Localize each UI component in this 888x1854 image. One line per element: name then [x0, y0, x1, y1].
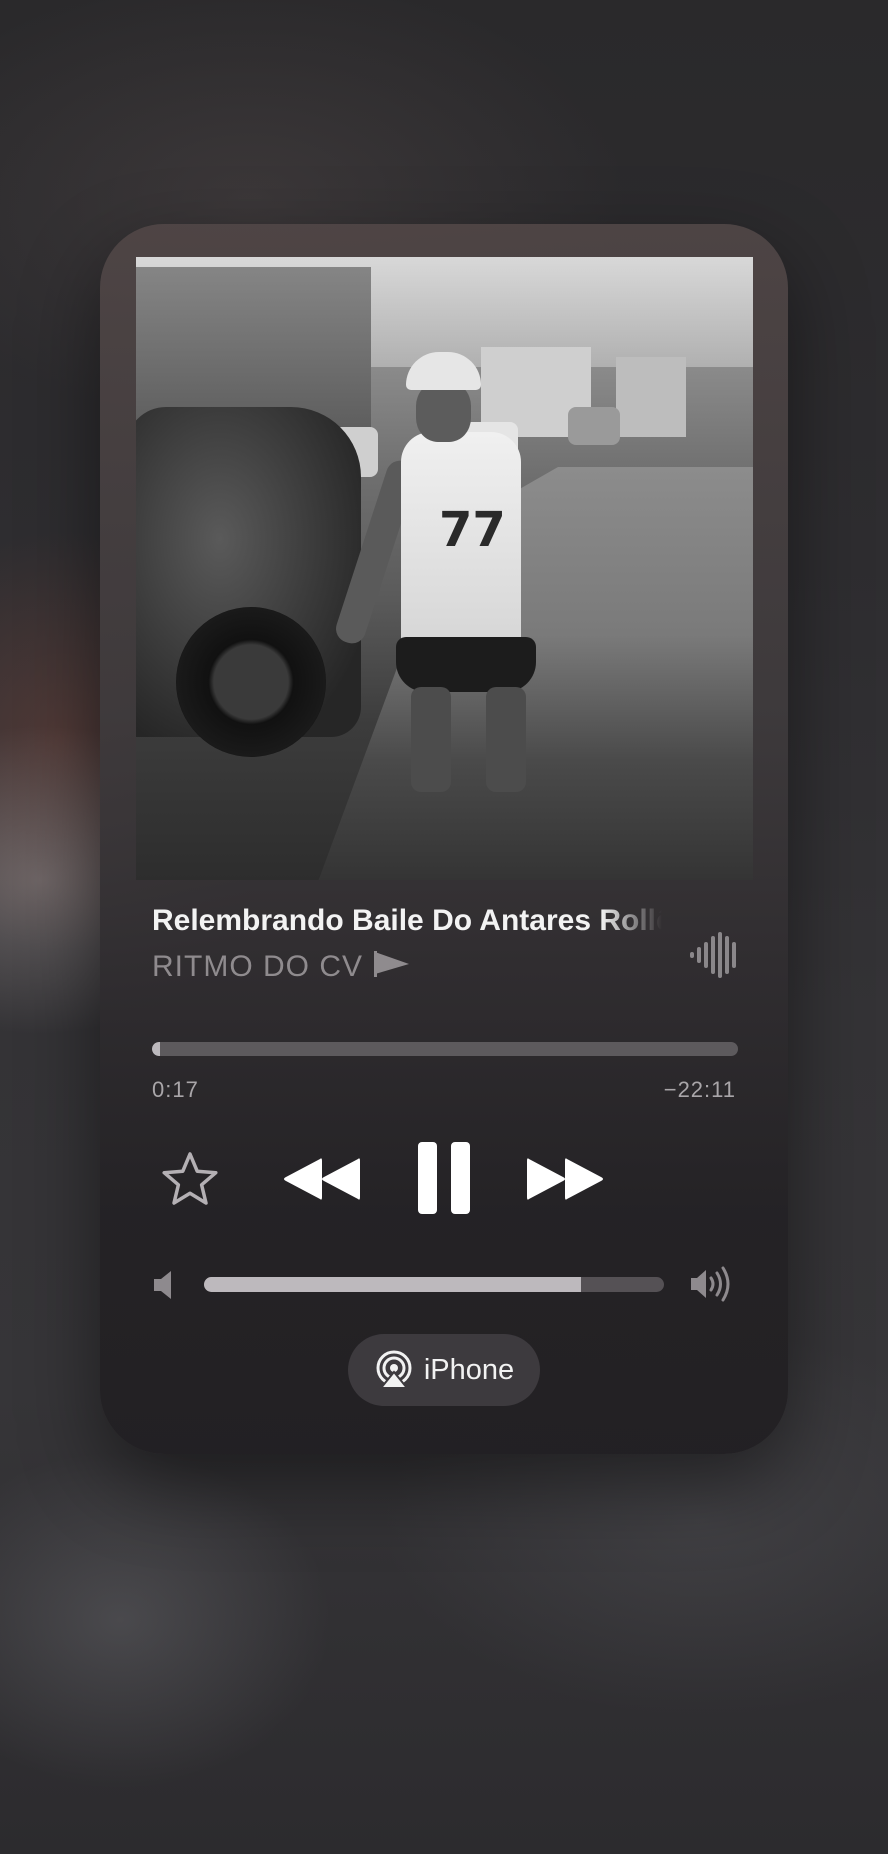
favorite-button[interactable] — [160, 1149, 220, 1209]
artist-name: RITMO DO CV — [152, 950, 363, 983]
audio-waveform-icon — [690, 930, 736, 980]
track-info[interactable]: Relembrando Baile Do Antares Rollê RITMO… — [152, 904, 662, 1014]
artwork-wheel — [176, 607, 326, 757]
artwork-shorts — [396, 637, 536, 692]
star-icon — [162, 1152, 218, 1205]
airplay-icon — [376, 1350, 412, 1389]
now-playing-card: 77 Relembrando Baile Do Antares Rollê RI… — [100, 224, 788, 1454]
artwork-shirt-number: 77 — [439, 502, 506, 558]
artwork-building — [616, 357, 686, 437]
pause-button[interactable] — [412, 1135, 476, 1221]
route-label: iPhone — [423, 1353, 515, 1386]
progress-scrubber[interactable] — [152, 1042, 738, 1056]
audio-route-button[interactable]: iPhone — [348, 1334, 540, 1406]
rewind-icon — [284, 1158, 360, 1200]
flag-icon — [373, 950, 411, 986]
song-title: Relembrando Baile Do Antares Rollê — [152, 904, 662, 937]
transport-controls — [100, 1129, 788, 1229]
speaker-low-icon — [152, 1268, 176, 1302]
speaker-high-icon — [690, 1266, 734, 1302]
artist-line: RITMO DO CV — [152, 950, 411, 986]
time-elapsed: 0:17 — [152, 1077, 199, 1102]
artwork-leg — [411, 687, 451, 792]
rewind-button[interactable] — [278, 1149, 362, 1209]
volume-slider[interactable] — [204, 1277, 664, 1292]
volume-fill — [204, 1277, 582, 1292]
artwork-person: 77 — [332, 352, 551, 792]
time-remaining: −22:11 — [663, 1077, 736, 1102]
fast-forward-icon — [527, 1158, 603, 1200]
pause-icon — [418, 1142, 470, 1214]
artwork-head — [416, 382, 471, 442]
artwork-leg — [486, 687, 526, 792]
album-artwork[interactable]: 77 — [136, 257, 753, 880]
artwork-car — [568, 407, 620, 445]
progress-fill — [152, 1042, 160, 1056]
fast-forward-button[interactable] — [525, 1149, 609, 1209]
artwork-cap — [406, 352, 481, 390]
